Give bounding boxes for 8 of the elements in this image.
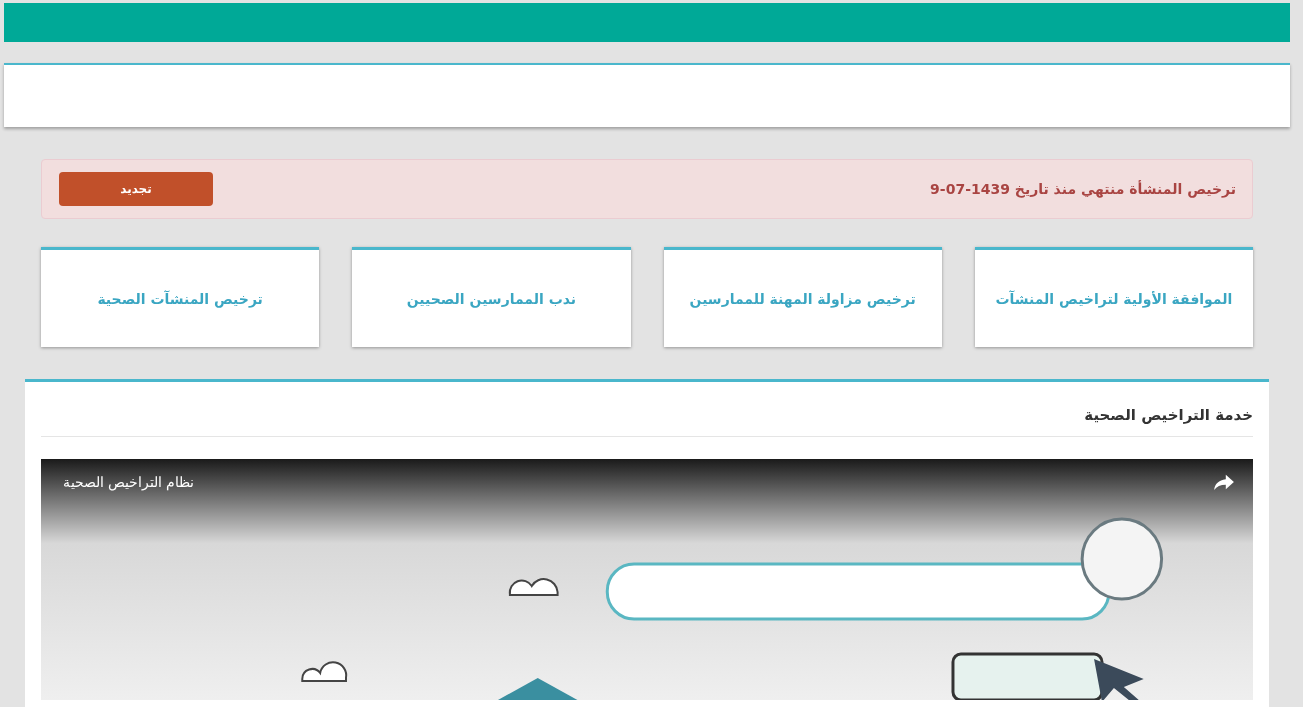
service-card[interactable]: ترخيص مزاولة المهنة للممارسين xyxy=(663,247,942,347)
video-title[interactable]: نظام التراخيص الصحية xyxy=(63,474,194,490)
service-card[interactable]: ندب الممارسين الصحيين xyxy=(352,247,631,347)
service-card[interactable]: الموافقة الأولية لتراخيص المنشآت xyxy=(974,247,1253,347)
panel-title: خدمة التراخيص الصحية xyxy=(41,382,1253,437)
alert-message: ترخيص المنشأة منتهي منذ تاريخ 1439-07-9 xyxy=(930,181,1236,197)
renew-button[interactable]: تجديد xyxy=(59,172,213,206)
service-card[interactable]: ترخيص المنشآت الصحية xyxy=(41,247,320,347)
